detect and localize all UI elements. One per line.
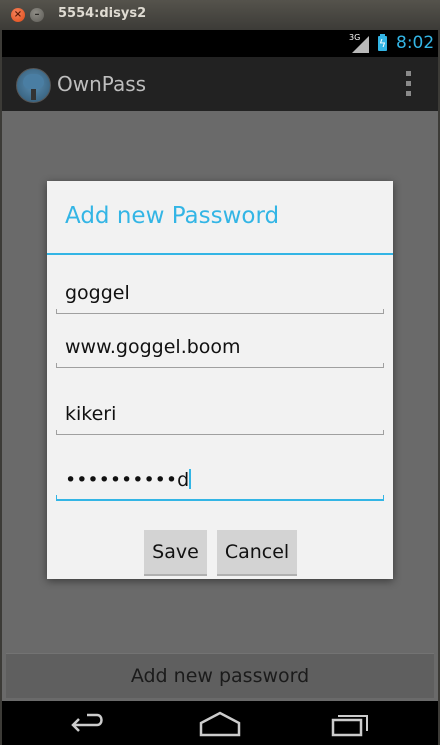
window-titlebar: × – 5554:disys2	[0, 0, 440, 30]
username-field-value: kikeri	[65, 403, 117, 425]
save-button[interactable]: Save	[144, 530, 207, 576]
username-field[interactable]: kikeri	[56, 399, 384, 435]
password-field[interactable]: ••••••••••d	[56, 465, 384, 501]
battery-charging-icon	[378, 34, 387, 51]
home-icon[interactable]	[195, 709, 245, 737]
text-cursor	[189, 469, 192, 489]
window-title: 5554:disys2	[58, 6, 147, 21]
app-title: OwnPass	[57, 72, 147, 96]
password-field-wrap: ••••••••••d	[65, 469, 192, 491]
signal-icon	[352, 36, 369, 53]
android-screen: 3G 8:02 OwnPass Add new password Add new…	[2, 30, 438, 745]
field-underline	[56, 309, 384, 314]
action-bar: OwnPass	[2, 57, 438, 111]
field-underline	[56, 363, 384, 368]
dialog-title-divider	[47, 253, 393, 255]
app-logo-icon[interactable]	[16, 68, 51, 103]
status-clock: 8:02	[396, 33, 435, 53]
add-password-dialog: Add new Password goggel www.goggel.boom …	[47, 181, 393, 579]
overflow-dot	[406, 71, 411, 76]
back-icon[interactable]	[65, 709, 115, 737]
overflow-dot	[406, 91, 411, 96]
password-field-value: ••••••••••d	[65, 469, 190, 491]
window-close-button[interactable]: ×	[11, 8, 25, 22]
name-field[interactable]: goggel	[56, 278, 384, 314]
dialog-title: Add new Password	[65, 203, 280, 229]
url-field-value: www.goggel.boom	[65, 336, 241, 358]
url-field[interactable]: www.goggel.boom	[56, 332, 384, 368]
recents-icon[interactable]	[325, 709, 375, 737]
status-bar: 3G 8:02	[2, 30, 438, 57]
cancel-button[interactable]: Cancel	[217, 530, 297, 576]
overflow-dot	[406, 81, 411, 86]
more-vert-icon[interactable]	[398, 69, 418, 99]
navigation-bar	[2, 701, 438, 745]
add-new-password-button[interactable]: Add new password	[6, 653, 434, 698]
window-minimize-button[interactable]: –	[30, 8, 44, 22]
field-underline	[56, 430, 384, 435]
name-field-value: goggel	[65, 282, 130, 304]
field-underline	[56, 495, 384, 501]
